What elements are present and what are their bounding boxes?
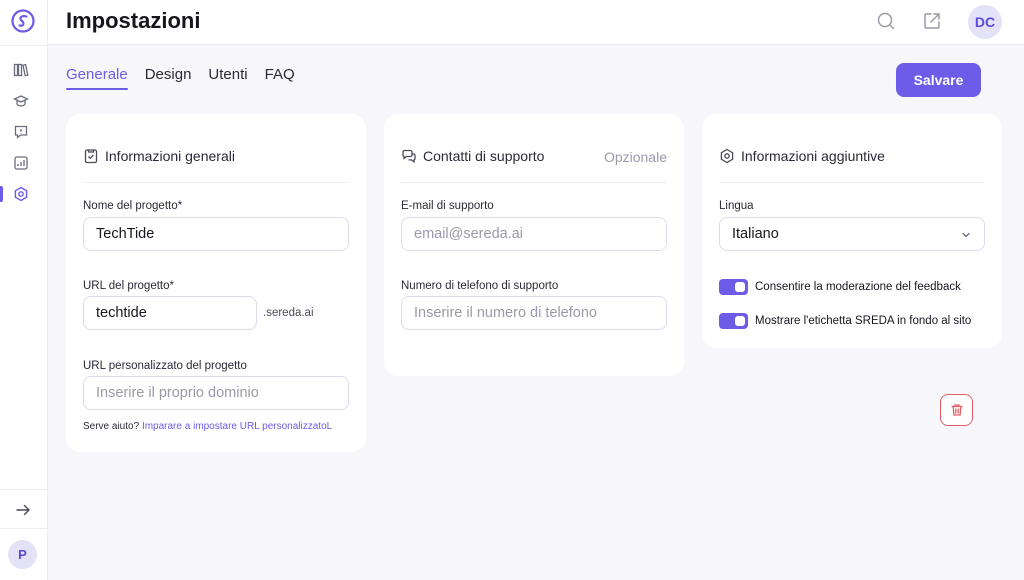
custom-url-field[interactable]: Inserire il proprio dominio [83, 376, 349, 410]
tab-faq[interactable]: FAQ [265, 66, 295, 89]
feedback-moderation-toggle[interactable] [719, 279, 748, 295]
support-phone-field[interactable]: Inserire il numero di telefono [401, 296, 667, 330]
project-avatar[interactable]: P [8, 540, 37, 569]
sidebar-active-indicator [0, 186, 3, 202]
project-url-suffix: .sereda.ai [263, 307, 314, 319]
external-link-icon[interactable] [922, 11, 942, 31]
sidebar-divider [0, 45, 48, 46]
language-selected-value: Italiano [732, 226, 779, 242]
message-alert-icon[interactable] [13, 124, 29, 140]
language-label: Lingua [719, 200, 754, 212]
card-divider [83, 182, 349, 183]
hexagon-settings-icon [720, 148, 734, 164]
tab-utenti[interactable]: Utenti [208, 66, 247, 89]
additional-info-card: Informazioni aggiuntive Lingua Italiano … [702, 114, 1002, 348]
arrow-right-icon[interactable] [15, 502, 31, 518]
optional-label: Opzionale [603, 149, 667, 165]
page-title: Impostazioni [66, 8, 201, 33]
project-url-field[interactable]: techtide [83, 296, 257, 330]
support-contacts-title: Contatti di supporto [423, 148, 545, 164]
top-header: Impostazioni DC [48, 0, 1024, 45]
clipboard-icon [84, 149, 98, 164]
hexagon-settings-icon[interactable] [13, 186, 29, 202]
help-link[interactable]: Imparare a impostare URL personalizzatoL [142, 421, 332, 432]
general-info-header: Informazioni generali [83, 148, 235, 164]
sreda-label-toggle[interactable] [719, 313, 748, 329]
chart-icon[interactable] [13, 155, 29, 171]
support-contacts-header: Contatti di supporto [401, 148, 544, 164]
project-name-label: Nome del progetto* [83, 200, 183, 212]
support-email-field[interactable]: email@sereda.ai [401, 217, 667, 251]
sreda-label-text: Mostrare l'etichetta SREDA in fondo al s… [755, 315, 972, 327]
sidebar-divider [0, 528, 48, 529]
additional-info-title: Informazioni aggiuntive [741, 148, 885, 164]
additional-info-header: Informazioni aggiuntive [719, 148, 885, 164]
feedback-moderation-label: Consentire la moderazione del feedback [755, 281, 961, 293]
feedback-moderation-row: Consentire la moderazione del feedback [719, 279, 961, 295]
tab-generale[interactable]: Generale [66, 66, 128, 90]
search-icon[interactable] [876, 11, 896, 31]
delete-project-button[interactable] [940, 394, 973, 426]
chevron-down-icon [962, 232, 970, 238]
card-divider [401, 182, 667, 183]
save-button[interactable]: Salvare [896, 63, 981, 97]
general-info-title: Informazioni generali [105, 148, 235, 164]
trash-icon [950, 404, 963, 416]
tab-design[interactable]: Design [145, 66, 192, 89]
user-avatar[interactable]: DC [968, 5, 1002, 39]
support-contacts-card: Contatti di supporto Opzionale E-mail di… [384, 114, 684, 376]
sreda-label-row: Mostrare l'etichetta SREDA in fondo al s… [719, 313, 971, 329]
support-email-label: E-mail di supporto [401, 200, 494, 212]
language-select[interactable]: Italiano [719, 217, 985, 251]
support-phone-label: Numero di telefono di supporto [401, 280, 559, 292]
chat-bubbles-icon [402, 149, 416, 164]
custom-url-help: Serve aiuto? Imparare a impostare URL pe… [83, 421, 332, 432]
project-url-label: URL del progetto* [83, 280, 174, 292]
help-text: Serve aiuto? [83, 421, 140, 432]
custom-url-label: URL personalizzato del progetto [83, 360, 247, 372]
graduation-cap-icon[interactable] [13, 93, 29, 109]
books-icon[interactable] [13, 62, 29, 78]
app-logo-icon[interactable] [11, 9, 35, 33]
settings-tabs: Generale Design Utenti FAQ [66, 66, 312, 90]
general-info-card: Informazioni generali Nome del progetto*… [66, 114, 366, 452]
project-name-field[interactable]: TechTide [83, 217, 349, 251]
sidebar: P [0, 0, 48, 580]
card-divider [719, 182, 985, 183]
sidebar-divider [0, 489, 48, 490]
